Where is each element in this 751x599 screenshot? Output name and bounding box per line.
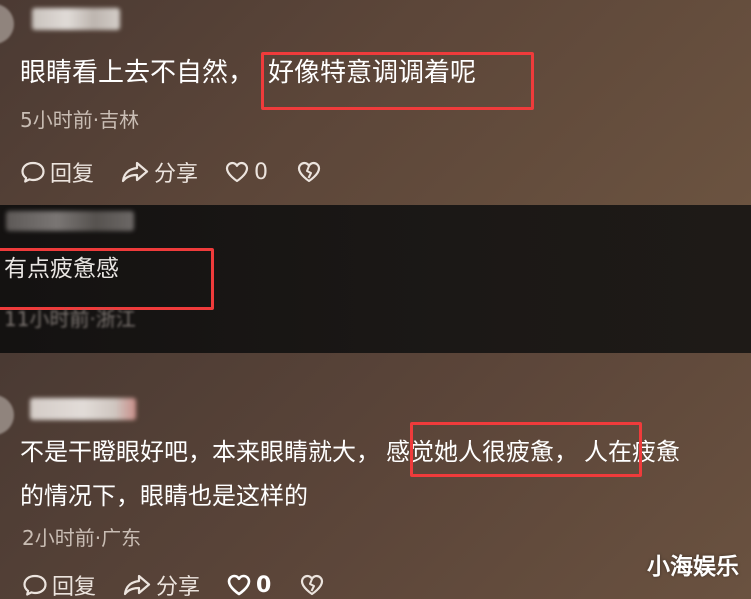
- share-icon: [121, 161, 149, 183]
- reply-icon: [23, 574, 47, 596]
- share-label: 分享: [154, 162, 199, 187]
- reply-button[interactable]: 回复: [20, 156, 94, 188]
- red-highlight-box: [0, 248, 214, 310]
- comment-text-line2: 的情况下，眼睛也是这样的: [20, 482, 308, 510]
- comment-actions: 回复 分享 0: [20, 156, 352, 188]
- reply-button[interactable]: 回复: [22, 569, 96, 599]
- comment-card-3: 不是干瞪眼好吧，本来眼睛就大， 感觉她人很疲惫， 人在疲惫 的情况下，眼睛也是这样的…: [0, 353, 751, 599]
- broken-heart-icon: [297, 161, 321, 183]
- red-highlight-box: [410, 422, 642, 477]
- avatar[interactable]: [0, 4, 14, 44]
- like-button[interactable]: 0: [226, 573, 271, 598]
- share-button[interactable]: 分享: [122, 569, 200, 599]
- like-button[interactable]: 0: [224, 160, 268, 185]
- heart-icon: [225, 161, 249, 183]
- comment-text-part: 不是干瞪眼好吧，本来眼睛就大，: [20, 438, 380, 466]
- dislike-button[interactable]: [296, 160, 326, 184]
- username-blurred[interactable]: [32, 8, 120, 30]
- comment-card-2: 有点疲惫感 11小时前·浙江: [0, 205, 751, 353]
- comment-actions: 回复 分享 0: [22, 569, 355, 599]
- share-button[interactable]: 分享: [120, 156, 198, 188]
- comment-meta: 5小时前·吉林: [20, 108, 140, 132]
- share-icon: [123, 574, 151, 596]
- reply-label: 回复: [52, 575, 97, 599]
- red-highlight-box: [261, 52, 534, 110]
- comment-meta: 11小时前·浙江: [4, 307, 136, 331]
- dislike-button[interactable]: [299, 573, 329, 597]
- username-blurred[interactable]: [6, 211, 134, 231]
- comment-text-part: 眼睛看上去不自然，: [20, 58, 255, 88]
- reply-label: 回复: [50, 162, 95, 187]
- username-blurred[interactable]: [30, 398, 136, 420]
- avatar[interactable]: [0, 395, 14, 435]
- comment-card-1: 眼睛看上去不自然， 好像特意调调着呢 5小时前·吉林 回复 分享 0: [0, 0, 751, 205]
- like-count: 0: [254, 159, 269, 185]
- broken-heart-icon: [301, 574, 324, 596]
- like-count: 0: [256, 572, 272, 598]
- watermark: 小海娱乐: [647, 554, 739, 580]
- heart-icon: [227, 574, 251, 596]
- share-label: 分享: [156, 575, 201, 599]
- comment-meta: 2小时前·广东: [22, 526, 142, 550]
- reply-icon: [21, 161, 45, 183]
